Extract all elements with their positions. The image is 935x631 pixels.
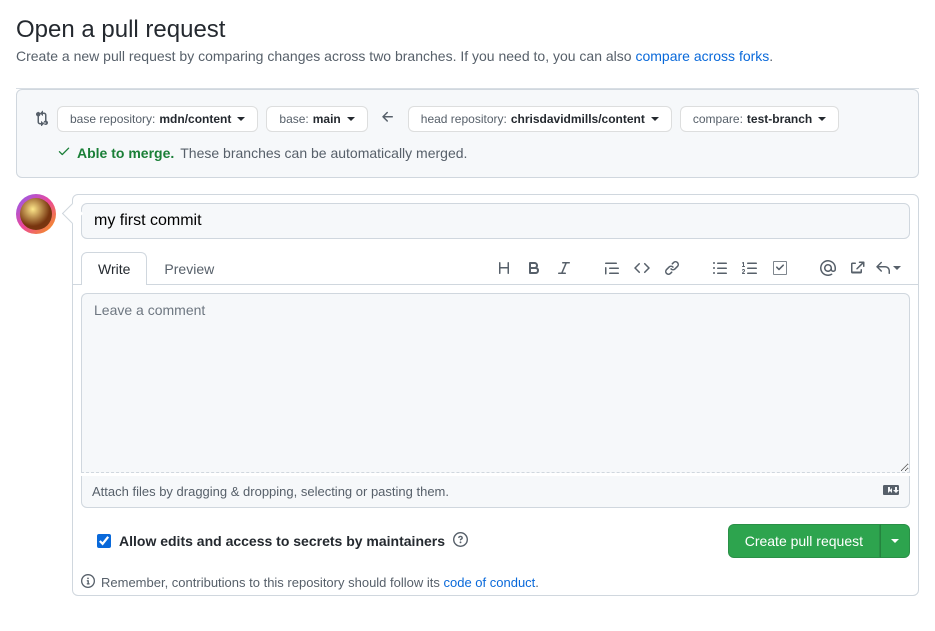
head-repo-label: head repository: [421, 112, 507, 126]
quote-icon[interactable] [598, 254, 626, 282]
heading-icon[interactable] [490, 254, 518, 282]
compare-bar: base repository: mdn/content base: main … [16, 89, 919, 178]
avatar[interactable] [16, 194, 56, 234]
code-of-conduct-link[interactable]: code of conduct [444, 575, 536, 590]
base-repo-label: base repository: [70, 112, 155, 126]
head-repo-select[interactable]: head repository: chrisdavidmills/content [408, 106, 672, 132]
reply-icon[interactable] [874, 254, 902, 282]
link-icon[interactable] [658, 254, 686, 282]
compare-branch-value: test-branch [747, 112, 812, 126]
caret-down-icon [818, 117, 826, 121]
compare-branch-select[interactable]: compare: test-branch [680, 106, 839, 132]
create-pull-request-button[interactable]: Create pull request [728, 524, 880, 558]
coc-suffix: . [535, 575, 539, 590]
tab-preview[interactable]: Preview [147, 252, 231, 285]
coc-prefix: Remember, contributions to this reposito… [101, 575, 444, 590]
pr-form: Write Preview [72, 194, 919, 596]
git-compare-icon [33, 110, 49, 129]
bold-icon[interactable] [520, 254, 548, 282]
markdown-icon[interactable] [883, 482, 899, 501]
markdown-toolbar [474, 254, 910, 282]
merge-desc-text: These branches can be automatically merg… [180, 145, 467, 161]
allow-edits-checkbox[interactable] [97, 534, 111, 548]
tasklist-icon[interactable] [766, 254, 794, 282]
base-repo-select[interactable]: base repository: mdn/content [57, 106, 258, 132]
caret-down-icon [651, 117, 659, 121]
create-pull-request-dropdown[interactable] [880, 524, 910, 558]
coc-text: Remember, contributions to this reposito… [101, 575, 539, 590]
attach-file-bar[interactable]: Attach files by dragging & dropping, sel… [81, 476, 910, 508]
base-repo-value: mdn/content [159, 112, 231, 126]
arrow-left-icon [376, 109, 400, 130]
allow-edits-label: Allow edits and access to secrets by mai… [119, 533, 445, 549]
mention-icon[interactable] [814, 254, 842, 282]
check-icon [57, 144, 71, 161]
base-branch-value: main [313, 112, 341, 126]
page-subtitle: Create a new pull request by comparing c… [16, 48, 919, 64]
base-branch-label: base: [279, 112, 308, 126]
comment-textarea[interactable] [81, 293, 910, 473]
merge-able-text: Able to merge. [77, 145, 174, 161]
pr-title-input[interactable] [81, 203, 910, 239]
cross-reference-icon[interactable] [844, 254, 872, 282]
compare-across-forks-link[interactable]: compare across forks [635, 48, 769, 64]
italic-icon[interactable] [550, 254, 578, 282]
subtitle-suffix: . [769, 48, 773, 64]
caret-down-icon [347, 117, 355, 121]
caret-down-icon [237, 117, 245, 121]
subtitle-prefix: Create a new pull request by comparing c… [16, 48, 635, 64]
compare-branch-label: compare: [693, 112, 743, 126]
ordered-list-icon[interactable] [736, 254, 764, 282]
code-icon[interactable] [628, 254, 656, 282]
head-repo-value: chrisdavidmills/content [511, 112, 645, 126]
base-branch-select[interactable]: base: main [266, 106, 367, 132]
help-icon[interactable] [453, 532, 468, 550]
info-icon [81, 574, 95, 591]
merge-status: Able to merge. These branches can be aut… [57, 144, 902, 161]
tab-write[interactable]: Write [81, 252, 147, 285]
unordered-list-icon[interactable] [706, 254, 734, 282]
page-title: Open a pull request [16, 16, 919, 44]
attach-text: Attach files by dragging & dropping, sel… [92, 484, 449, 499]
caret-down-icon [891, 539, 899, 543]
